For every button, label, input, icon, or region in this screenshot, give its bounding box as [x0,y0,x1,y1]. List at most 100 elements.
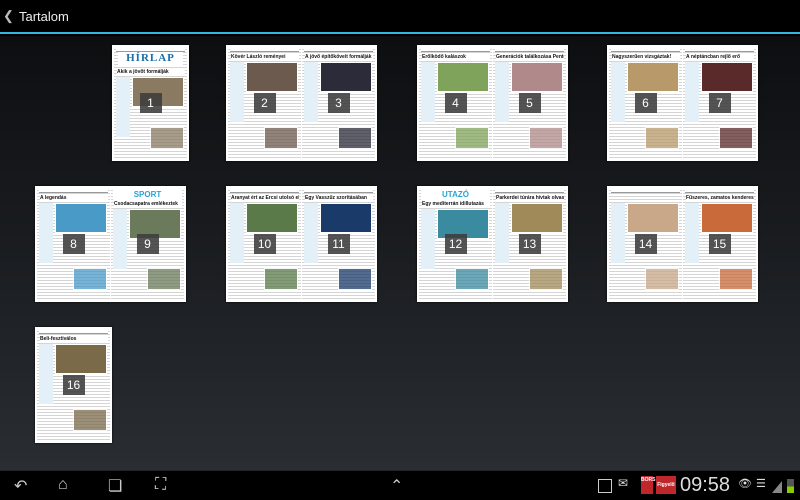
newspaper-page[interactable]: Generációk találkozása Pentelén 5 [493,47,566,159]
newspaper-page[interactable]: HÍRLAP Akik a jövőt formálják 1 [114,47,187,159]
article-photo [150,127,184,149]
article-photo [320,62,372,92]
article-photo [627,62,679,92]
page-number-badge: 16 [62,375,85,395]
newspaper-page[interactable]: Parkerdei túrára hívtak olvasóinkat 13 [493,188,566,300]
article-photo [264,127,298,149]
article-photo [511,62,563,92]
back-icon[interactable]: ↶ [14,476,27,496]
newspaper-page[interactable]: Egy Vasszűz szorításában 11 [302,188,375,300]
page-number-badge: 3 [327,93,350,113]
headline: A jövő építőköveit formálják [305,54,373,60]
article-photo [627,203,679,233]
page-number-badge: 5 [518,93,541,113]
page-header-line [39,189,108,193]
newspaper-page[interactable]: A legendás 8 [37,188,110,300]
eye-icon: 👁 [738,478,752,490]
page-number-badge: 12 [444,234,467,254]
email-notification-icon[interactable]: ✉ [618,476,628,490]
page-thumbnail[interactable]: A legendás 8 SPORT Csodacsapatra emlékeztek… [35,186,186,302]
headline: Nagyszerűen vizsgáztak! [612,54,680,60]
article-photo [645,127,679,149]
sidebar-column [116,77,130,137]
home-icon[interactable]: ⌂ [58,476,68,494]
article-photo [719,268,753,290]
article-photo [246,62,298,92]
sidebar-column [495,203,509,263]
page-thumbnail[interactable]: UTAZÓ Egy mediterrán idillutazás 12 Parkerd… [417,186,568,302]
newspaper-page[interactable]: Kövér László reményei 2 [228,47,301,159]
page-number-badge: 8 [62,234,85,254]
newspaper-page[interactable]: Fűszeres, zamatos kenderes 15 [683,188,756,300]
newspaper-page[interactable]: Erőlködő kalászok 4 [419,47,492,159]
newspaper-page[interactable]: A jövő építőköveit formálják 3 [302,47,375,159]
sidebar-column [421,62,435,122]
wifi-icon: ☰ [756,478,766,490]
newspaper-page[interactable]: Nagyszerűen vizsgáztak! 6 [609,47,682,159]
signal-icon [772,481,782,493]
page-header-line [495,189,564,193]
action-bar: ❮ Tartalom [0,0,800,34]
headline: Aranyat ért az Ercsi utolsó előtte [231,195,299,201]
headline: Beli-fesztiválos [40,336,108,342]
page-header-line [611,189,680,193]
sidebar-column [39,203,53,263]
masthead: HÍRLAP [118,52,183,66]
chevron-up-icon[interactable]: ⌃ [390,476,403,496]
article-photo [338,127,372,149]
article-photo [246,203,298,233]
thumbnail-grid: HÍRLAP Akik a jövőt formálják 1 Kövér Lászl… [0,36,800,470]
page-title[interactable]: Tartalom [19,9,69,24]
article-photo [701,62,753,92]
article-photo [73,409,107,431]
newspaper-page[interactable]: Aranyat ért az Ercsi utolsó előtte 10 [228,188,301,300]
bors-notification-icon[interactable]: BORS [641,476,655,494]
article-photo [511,203,563,233]
page-thumbnail[interactable]: Beli-fesztiválos 16 [35,327,112,443]
page-number-badge: 10 [253,234,276,254]
sidebar-column [685,62,699,122]
sidebar-column [304,203,318,263]
page-header-line [39,330,108,334]
article-photo [437,62,489,92]
article-photo [529,268,563,290]
page-number-badge: 2 [253,93,276,113]
section-title: SPORT [113,190,182,200]
page-header-line [611,48,680,52]
sidebar-column [611,203,625,263]
page-header-line [304,48,373,52]
recent-apps-icon[interactable]: ❏ [108,476,122,496]
page-thumbnail[interactable]: Erőlködő kalászok 4 Generációk találkozása… [417,45,568,161]
page-thumbnail[interactable]: 14 Fűszeres, zamatos kenderes 15 [607,186,758,302]
newspaper-page[interactable]: UTAZÓ Egy mediterrán idillutazás 12 [419,188,492,300]
article-photo [455,127,489,149]
clock: 09:58 [680,474,731,496]
figyelo-notification-icon[interactable]: Figyelő [656,476,676,494]
screenshot-icon[interactable]: ⛶ [155,476,166,494]
page-thumbnail[interactable]: Aranyat ért az Ercsi utolsó előtte 10 Egy … [226,186,377,302]
sidebar-column [495,62,509,122]
newspaper-page[interactable]: Beli-fesztiválos 16 [37,329,110,441]
page-thumbnail[interactable]: HÍRLAP Akik a jövőt formálják 1 [112,45,189,161]
page-thumbnail[interactable]: Nagyszerűen vizsgáztak! 6 A néptáncban rej… [607,45,758,161]
page-number-badge: 1 [139,93,162,113]
page-number-badge: 11 [327,234,350,254]
headline: Fűszeres, zamatos kenderes [686,195,754,201]
headline: A néptáncban rejlő erő [686,54,754,60]
newspaper-page[interactable]: 14 [609,188,682,300]
newspaper-page[interactable]: A néptáncban rejlő erő 7 [683,47,756,159]
chevron-left-icon[interactable]: ❮ [3,8,15,24]
page-thumbnail[interactable]: Kövér László reményei 2 A jövő építőköveit… [226,45,377,161]
sidebar-column [421,209,435,269]
article-photo [55,344,107,374]
headline: Egy mediterrán idillutazás [422,201,490,207]
sidebar-column [230,203,244,263]
article-photo [320,203,372,233]
gallery-notification-icon[interactable] [598,479,612,493]
article-photo [529,127,563,149]
newspaper-page[interactable]: SPORT Csodacsapatra emlékeztek 9 [111,188,184,300]
page-header-line [230,48,299,52]
sidebar-column [230,62,244,122]
article-photo [264,268,298,290]
headline: Csodacsapatra emlékeztek [114,201,182,207]
